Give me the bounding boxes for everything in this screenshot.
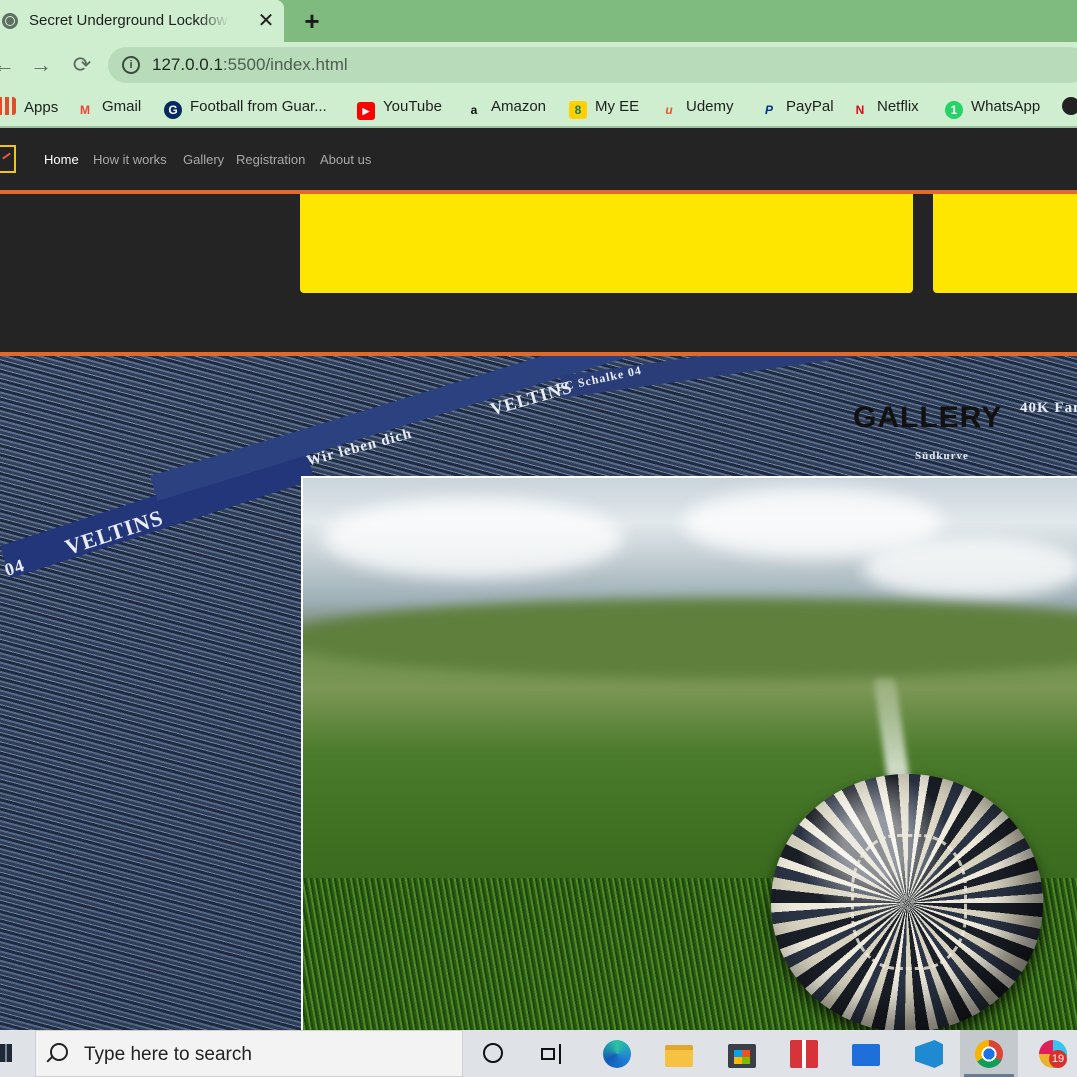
browser-toolbar: ← → ⟳ i 127.0.0.1:5500/index.html [0,42,1077,88]
new-tab-button[interactable]: + [300,8,324,34]
address-bar[interactable]: i 127.0.0.1:5500/index.html [108,47,1077,83]
site-info-icon[interactable]: i [122,56,140,74]
bookmark-my-ee[interactable]: 8 My EE [569,97,640,119]
mail-icon[interactable] [852,1044,880,1066]
bookmark-netflix[interactable]: N Netflix [851,97,919,117]
cortana-icon[interactable] [483,1043,503,1063]
football-image [771,774,1043,1030]
bookmark-label: Udemy [686,98,734,115]
paypal-icon: P [764,103,773,117]
search-icon [50,1043,68,1061]
banner-section [0,194,1077,356]
bookmark-label: My EE [595,98,640,115]
task-view-icon[interactable] [541,1044,565,1064]
bookmark-paypal[interactable]: P PayPal [760,97,834,117]
bookmarks-bar: Apps M Gmail G Football from Guar... ▶ YouT… [0,88,1077,128]
browser-tab[interactable]: Secret Underground Lockdown F ✕ [0,0,284,42]
banner-card [933,194,1077,293]
nav-registration[interactable]: Registration [236,152,305,168]
netflix-icon: N [855,103,865,117]
bookmark-label: PayPal [786,98,834,115]
cloud-shape [863,538,1077,598]
banner-card [300,194,913,293]
chrome-icon[interactable] [975,1040,1003,1068]
forward-arrow-icon[interactable]: → [29,53,53,77]
cloud-shape [323,498,623,578]
nav-home[interactable]: Home [44,152,79,168]
windows-start-icon[interactable] [0,1044,12,1062]
site-logo-icon[interactable] [0,145,16,173]
amazon-icon: a [470,103,478,117]
bookmark-guardian-football[interactable]: G Football from Guar... [164,97,327,119]
bookmark-label: Apps [24,99,59,116]
url-path: :5500/index.html [222,55,348,74]
guardian-icon: G [164,101,182,119]
gmail-icon: M [80,103,90,117]
bookmark-label: Football from Guar... [190,98,327,115]
windows-taskbar: Type here to search [0,1030,1077,1077]
apps-grid-icon [0,97,16,115]
bookmark-label: Netflix [877,98,919,115]
microsoft-store-icon[interactable] [728,1044,756,1068]
bookmark-label: Amazon [491,98,547,115]
udemy-icon: u [665,103,673,117]
nav-how-it-works[interactable]: How it works [93,152,167,168]
site-navbar: Home How it works Gallery Registration A… [0,128,1077,194]
file-explorer-icon[interactable] [665,1045,693,1067]
bookmark-youtube[interactable]: ▶ YouTube [357,97,442,120]
hill-shape [303,598,1077,678]
url-host: 127.0.0.1 [152,55,223,74]
gift-app-icon[interactable] [790,1040,818,1068]
stand-text: Südkurve [915,450,969,462]
ee-icon: 8 [569,101,587,119]
tab-title: Secret Underground Lockdown F [29,12,229,29]
bookmark-gmail[interactable]: M Gmail [76,97,141,117]
bookmark-whatsapp[interactable]: 1 WhatsApp [945,97,1041,119]
bookmark-apps[interactable]: Apps [0,97,58,117]
bookmark-label: WhatsApp [971,98,1041,115]
gallery-heading: GALLERY [853,401,1003,434]
close-tab-icon[interactable]: ✕ [256,11,276,31]
vscode-icon[interactable] [915,1040,943,1068]
bookmark-label: Gmail [102,98,142,115]
bookmark-github[interactable] [1062,97,1077,117]
bookmark-udemy[interactable]: u Udemy [660,97,734,117]
browser-tab-strip: Secret Underground Lockdown F ✕ + [0,0,1077,42]
globe-icon [2,13,18,29]
pitch-line [873,678,911,788]
bookmark-amazon[interactable]: a Amazon [465,97,546,117]
notification-badge: 19 [1049,1050,1067,1068]
taskbar-search-box[interactable]: Type here to search [35,1030,463,1077]
gallery-photo[interactable] [301,476,1077,1030]
reload-icon[interactable]: ⟳ [70,53,94,77]
nav-gallery[interactable]: Gallery [183,152,224,168]
github-icon [1062,97,1077,115]
whatsapp-icon: 1 [945,101,963,119]
bookmark-label: YouTube [383,98,442,115]
youtube-icon: ▶ [357,102,375,120]
back-arrow-icon[interactable]: ← [0,53,16,77]
url-text: 127.0.0.1:5500/index.html [152,55,348,75]
gallery-section: VELTINS VELTINS Wir leben dich FC Schalk… [0,356,1077,1030]
search-placeholder: Type here to search [84,1044,252,1065]
edge-browser-icon[interactable] [603,1040,631,1068]
nav-about-us[interactable]: About us [320,152,371,168]
stand-text: 40K Fam [1020,400,1077,416]
